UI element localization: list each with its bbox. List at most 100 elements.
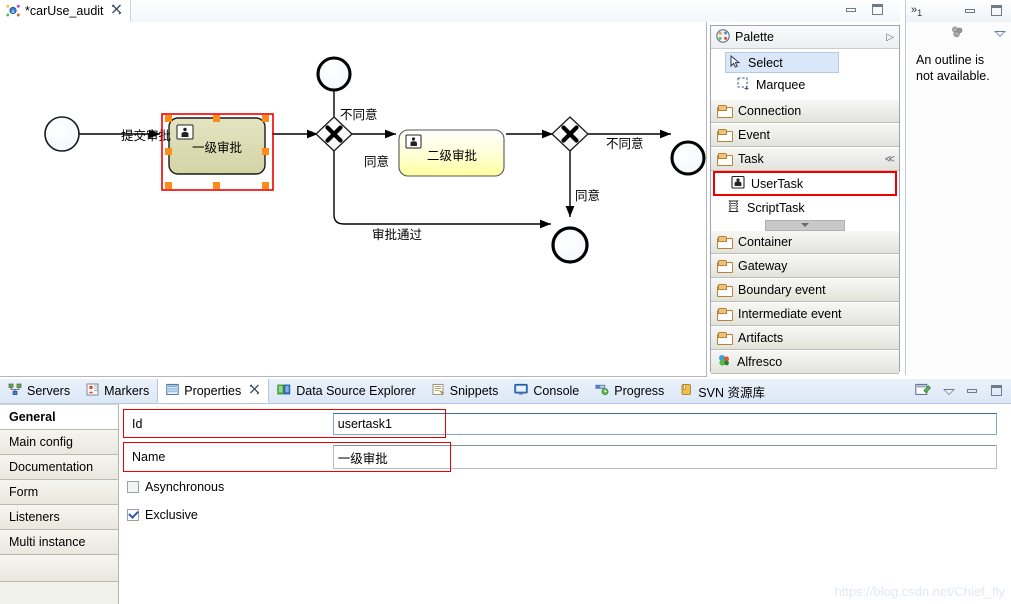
outline-count: 1 [917,8,923,19]
tab-data-source-explorer-label: Data Source Explorer [296,384,416,398]
folder-icon [717,236,733,249]
folder-icon [717,153,733,166]
properties-tab-main-config[interactable]: Main config [0,430,118,455]
palette-drawer-gateway[interactable]: Gateway [711,254,899,278]
tab-properties[interactable]: Properties [157,379,270,403]
exclusive-gateway-node-2 [551,116,589,152]
end-event-node-1 [316,56,352,92]
scroll-down-icon[interactable] [765,219,845,231]
properties-body: General Main config Documentation Form L… [0,404,1011,604]
bpmn-diagram-canvas[interactable]: 一级审批 二级审批 提交审批 不同意 同意 审批通过 不同意 同意 [0,22,707,377]
field-row-id: Id usertask1 [125,413,997,435]
flow-label-approved: 审批通过 [372,227,423,242]
folder-icon [717,332,733,345]
script-task-icon [727,200,741,216]
console-icon [514,383,529,399]
cursor-icon [730,54,742,71]
tab-data-source-explorer[interactable]: Data Source Explorer [269,379,424,403]
properties-tab-list: General Main config Documentation Form L… [0,404,119,604]
outline-toolbar [906,22,1011,44]
field-value-id: usertask1 [337,417,392,431]
exclusive-gateway-node-1 [315,116,353,152]
properties-tab-documentation-label: Documentation [9,460,94,474]
pin-view-icon[interactable] [915,382,931,400]
restore-icon[interactable]: »1 [911,4,922,18]
folder-icon [717,105,733,118]
palette-drawer-artifacts-label: Artifacts [738,331,784,345]
palette-drawer-alfresco[interactable]: Alfresco [711,350,899,374]
minimize-icon[interactable] [966,385,979,397]
close-icon[interactable] [111,4,122,18]
properties-general-form: Id usertask1 Name 一级审批 Asynchronous Excl… [119,404,1011,604]
palette-item-scripttask[interactable]: ScriptTask [711,196,899,220]
tab-progress[interactable]: Progress [587,379,672,403]
snippets-icon [432,383,445,399]
tabbar-spacer [773,379,907,403]
palette-header: Palette ▷ [711,26,899,49]
collapse-all-icon[interactable]: ≪ [885,154,896,165]
properties-tab-general[interactable]: General [0,405,118,430]
palette-drawer-task[interactable]: Task ≪ [711,147,899,171]
properties-tab-listeners[interactable]: Listeners [0,505,118,530]
palette-drawer-boundary-event-label: Boundary event [738,283,826,297]
palette-drawer-task-label: Task [738,152,764,166]
maximize-icon[interactable] [990,385,1003,397]
checkbox-exclusive[interactable] [127,509,139,521]
properties-tab-form[interactable]: Form [0,480,118,505]
field-label-name: Name [132,450,166,464]
tab-markers[interactable]: Markers [78,379,157,403]
datasource-icon [277,383,291,399]
tab-snippets[interactable]: Snippets [424,379,507,403]
maximize-icon[interactable] [871,4,884,16]
palette-drawer-intermediate-event[interactable]: Intermediate event [711,302,899,326]
palette-drawer-artifacts[interactable]: Artifacts [711,326,899,350]
tab-console-label: Console [533,384,580,398]
palette-drawer-boundary-event[interactable]: Boundary event [711,278,899,302]
close-icon[interactable] [249,384,260,398]
minimize-icon[interactable] [964,5,977,17]
end-event-node-3 [551,226,589,264]
tab-servers[interactable]: Servers [0,379,78,403]
properties-tab-multi-instance[interactable]: Multi instance [0,530,118,555]
palette-scroll-down[interactable] [711,219,899,231]
svn-icon [680,383,693,399]
checkbox-asynchronous[interactable] [127,481,139,493]
palette-tool-select[interactable]: Select [725,52,839,73]
palette-drawer-intermediate-event-label: Intermediate event [738,307,842,321]
flow-label-reject1: 不同意 [340,107,378,122]
properties-tab-filler [0,555,118,582]
palette-drawer-connection[interactable]: Connection [711,99,899,123]
bpmn-diagram-svg: 一级审批 二级审批 提交审批 不同意 同意 审批通过 不同意 同意 [44,56,706,264]
editor-tab-caruse-audit[interactable]: u *carUse_audit [0,0,131,22]
user-task-icon [731,175,745,192]
minimize-icon[interactable] [845,4,858,16]
palette-title: Palette [735,30,774,44]
checkbox-asynchronous-label: Asynchronous [145,480,225,494]
flow-label-agree2: 同意 [575,188,600,203]
editor-tab-bar: u *carUse_audit [0,0,900,22]
field-value-name: 一级审批 [337,451,388,466]
field-input-name[interactable]: 一级审批 [332,445,997,469]
properties-tab-documentation[interactable]: Documentation [0,455,118,480]
palette-drawer-container[interactable]: Container [711,230,899,254]
view-menu-icon[interactable] [993,27,1006,39]
view-menu-icon[interactable] [942,385,955,397]
checkbox-row-exclusive[interactable]: Exclusive [127,508,198,522]
palette-tool-select-label: Select [748,55,783,70]
palette-drawer-container-label: Container [738,235,793,249]
properties-tab-multi-instance-label: Multi instance [9,535,86,549]
checkbox-row-asynchronous[interactable]: Asynchronous [127,480,224,494]
maximize-icon[interactable] [990,5,1003,17]
palette-item-usertask[interactable]: UserTask [713,171,897,196]
chevron-right-icon[interactable]: ▷ [886,32,894,43]
field-row-name: Name 一级审批 [125,445,997,469]
field-input-id[interactable]: usertask1 [332,413,997,435]
folder-icon [717,260,733,273]
palette-drawer-event-label: Event [738,128,770,142]
tab-svn-repository[interactable]: SVN 资源库 [672,379,773,403]
palette-tool-marquee[interactable]: Marquee [715,74,895,95]
bottom-view-tabbar: Servers Markers Properties Data Source E… [0,379,1011,404]
palette-icon [716,28,730,46]
palette-drawer-event[interactable]: Event [711,123,899,147]
tab-console[interactable]: Console [506,379,587,403]
